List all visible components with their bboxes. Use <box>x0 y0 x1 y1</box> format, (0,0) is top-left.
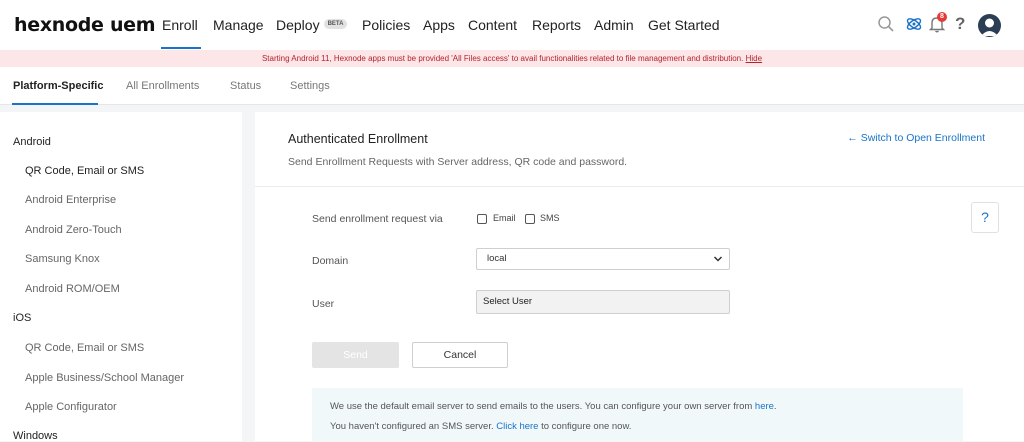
search-icon[interactable] <box>877 15 895 38</box>
email-server-info-text: We use the default email server to send … <box>330 401 755 412</box>
sidebar-item-android-qr-email-sms[interactable]: QR Code, Email or SMS <box>25 165 144 177</box>
tab-all-enrollments[interactable]: All Enrollments <box>126 80 199 92</box>
tab-status[interactable]: Status <box>230 80 261 92</box>
nav-manage[interactable]: Manage <box>213 17 264 33</box>
tab-settings[interactable]: Settings <box>290 80 330 92</box>
server-info-box: We use the default email server to send … <box>312 388 963 441</box>
banner-text: Starting Android 11, Hexnode apps must b… <box>261 54 744 63</box>
user-label: User <box>312 298 335 310</box>
email-checkbox-label[interactable]: Email <box>493 213 516 223</box>
top-navigation: hexnode uem Enroll Manage Deploy BETA Pol… <box>0 0 1024 50</box>
sidebar-item-apple-business-school[interactable]: Apple Business/School Manager <box>25 372 184 384</box>
user-avatar[interactable] <box>978 14 1001 37</box>
nav-get-started[interactable]: Get Started <box>648 17 720 33</box>
nav-reports[interactable]: Reports <box>532 17 581 33</box>
nav-policies[interactable]: Policies <box>362 17 410 33</box>
hexnode-logo[interactable]: hexnode uem <box>14 14 156 36</box>
cancel-button[interactable]: Cancel <box>412 342 508 368</box>
nav-active-indicator <box>161 47 201 49</box>
enroll-subtabs: Platform-Specific All Enrollments Status… <box>0 67 1024 105</box>
notification-count-badge: 8 <box>937 12 947 22</box>
switch-link-label: Switch to Open Enrollment <box>860 132 985 144</box>
notification-bell-icon[interactable]: 8 <box>928 12 947 38</box>
tab-platform-specific[interactable]: Platform-Specific <box>13 80 103 92</box>
sidebar-heading-ios[interactable]: iOS <box>13 312 31 324</box>
android-files-access-banner: Starting Android 11, Hexnode apps must b… <box>0 50 1024 67</box>
sms-server-info: You haven't configured an SMS server. Cl… <box>330 421 631 432</box>
domain-select-value: local <box>487 253 507 264</box>
sms-server-info-end: to configure one now. <box>538 421 632 432</box>
nav-deploy-label: Deploy <box>276 17 320 33</box>
platform-sidebar: Android QR Code, Email or SMS Android En… <box>0 112 242 442</box>
sidebar-item-android-enterprise[interactable]: Android Enterprise <box>25 194 116 206</box>
sidebar-item-android-rom-oem[interactable]: Android ROM/OEM <box>25 283 120 295</box>
domain-label: Domain <box>312 255 349 267</box>
sidebar-item-android-zero-touch[interactable]: Android Zero-Touch <box>25 224 122 236</box>
enrollment-panel: Authenticated Enrollment Send Enrollment… <box>255 112 1024 441</box>
sidebar-item-samsung-knox[interactable]: Samsung Knox <box>25 253 100 265</box>
help-icon[interactable]: ? <box>955 14 965 34</box>
chevron-down-icon <box>713 249 723 277</box>
sms-server-info-text: You haven't configured an SMS server. <box>330 421 497 432</box>
send-via-label: Send enrollment request via <box>312 213 443 225</box>
page-subtitle: Send Enrollment Requests with Server add… <box>288 156 628 168</box>
nav-deploy[interactable]: Deploy BETA <box>276 17 348 33</box>
domain-select[interactable]: local <box>476 248 730 270</box>
sidebar-heading-windows[interactable]: Windows <box>13 430 58 442</box>
switch-to-open-enrollment-link[interactable]: ← Switch to Open Enrollment <box>847 132 985 144</box>
header-divider <box>255 186 1024 187</box>
sms-checkbox[interactable] <box>525 214 535 224</box>
sidebar-item-apple-configurator[interactable]: Apple Configurator <box>25 401 117 413</box>
beta-badge: BETA <box>323 19 348 30</box>
email-server-info-end: . <box>773 401 777 412</box>
sidebar-item-ios-qr-email-sms[interactable]: QR Code, Email or SMS <box>25 342 144 354</box>
sms-checkbox-label[interactable]: SMS <box>540 213 560 223</box>
nav-admin[interactable]: Admin <box>594 17 634 33</box>
integrations-icon[interactable] <box>905 15 923 38</box>
nav-apps[interactable]: Apps <box>423 17 455 33</box>
email-server-here-link[interactable]: here <box>755 401 774 412</box>
user-select[interactable]: Select User <box>476 290 730 314</box>
nav-enroll[interactable]: Enroll <box>162 17 198 33</box>
subtab-active-indicator <box>12 103 98 105</box>
email-server-info: We use the default email server to send … <box>330 401 777 412</box>
arrow-left-icon: ← <box>847 132 861 144</box>
send-button[interactable]: Send <box>312 342 399 368</box>
sms-server-click-here-link[interactable]: Click here <box>496 421 538 432</box>
nav-content[interactable]: Content <box>468 17 517 33</box>
help-button[interactable]: ? <box>971 202 999 233</box>
sidebar-heading-android[interactable]: Android <box>13 136 51 148</box>
banner-hide-link[interactable]: Hide <box>746 54 762 63</box>
page-title: Authenticated Enrollment <box>288 132 428 146</box>
email-checkbox[interactable] <box>477 214 487 224</box>
